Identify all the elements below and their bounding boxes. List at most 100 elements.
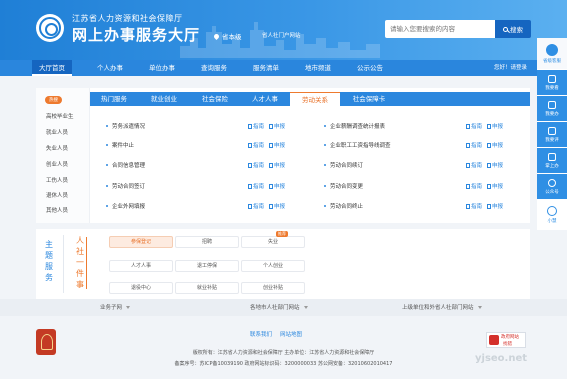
category-item[interactable]: 就业人员	[46, 128, 68, 136]
category-item[interactable]: 高校毕业生	[46, 112, 74, 120]
tab-insurance[interactable]: 社会保险	[190, 92, 240, 106]
apply-link[interactable]: 申报	[269, 202, 285, 210]
headset-icon	[547, 205, 557, 216]
theme-chip[interactable]: 失业	[241, 236, 305, 248]
service-item[interactable]: 劳务派遣情况	[106, 122, 145, 130]
bullet-icon	[106, 144, 108, 146]
gov-error-report-badge[interactable]: 政府网站 找错	[486, 332, 526, 348]
theme-chip[interactable]: 退役中心	[109, 282, 173, 294]
tab-social-card[interactable]: 社会保障卡	[340, 92, 398, 106]
guide-link[interactable]: 指南	[248, 122, 264, 130]
theme-chip[interactable]: 个人创业	[241, 260, 305, 272]
sidebar-item-do[interactable]: 我要办	[537, 96, 567, 122]
sidebar-item-rate[interactable]: 我要评	[537, 122, 567, 148]
apply-label: 申报	[492, 124, 504, 130]
category-item[interactable]: 创业人员	[46, 160, 68, 168]
sidebar-item-mobile[interactable]: 掌上办	[537, 148, 567, 174]
theme-chip[interactable]: 参保登记	[109, 236, 173, 248]
category-item[interactable]: 工伤人员	[46, 176, 68, 184]
apply-label: 申报	[492, 163, 504, 169]
guide-link[interactable]: 指南	[466, 122, 482, 130]
service-icon	[546, 43, 558, 56]
sidebar-item-label: 省级客服	[543, 58, 561, 64]
service-item[interactable]: 劳动合同签订	[106, 182, 145, 190]
tab-employment[interactable]: 就业创业	[138, 92, 190, 106]
related-links-bar: 业务子网 各地市人社部门网站 上级单位和外省人社部门网站	[0, 299, 567, 316]
link-dropdown-upper[interactable]: 上级单位和外省人社部门网站	[402, 303, 482, 311]
nav-item-query[interactable]: 查询服务	[188, 60, 240, 76]
sitemap-link[interactable]: 网站地图	[280, 330, 302, 338]
bullet-icon	[324, 125, 326, 127]
service-item[interactable]: 劳动合同终止	[324, 202, 363, 210]
guide-link[interactable]: 指南	[248, 161, 264, 169]
site-logo[interactable]	[36, 14, 64, 42]
apply-link[interactable]: 申报	[269, 182, 285, 190]
nav-item-unit[interactable]: 单位办事	[136, 60, 188, 76]
nav-item-service-list[interactable]: 服务清单	[240, 60, 292, 76]
contact-link[interactable]: 联系我们	[250, 330, 272, 338]
theme-chip[interactable]: 就业补贴	[175, 282, 239, 294]
login-link[interactable]: 您好！请登录	[494, 60, 527, 76]
guide-link[interactable]: 指南	[466, 161, 482, 169]
chevron-down-icon	[126, 305, 131, 309]
guide-link[interactable]: 指南	[466, 182, 482, 190]
apply-link[interactable]: 申报	[487, 202, 503, 210]
category-item[interactable]: 其他人员	[46, 206, 68, 214]
guide-label: 指南	[253, 143, 265, 149]
apply-link[interactable]: 申报	[487, 161, 503, 169]
apply-icon	[487, 123, 492, 129]
sidebar-item-view[interactable]: 我要看	[537, 70, 567, 96]
link-dropdown-cities[interactable]: 各地市人社部门网站	[250, 303, 308, 311]
apply-link[interactable]: 申报	[269, 122, 285, 130]
service-item[interactable]: 企业职工工资指导线调查	[324, 141, 391, 149]
apply-link[interactable]: 申报	[487, 182, 503, 190]
sidebar-item-label: 我要评	[545, 137, 559, 143]
theme-chip[interactable]: 招聘	[175, 236, 239, 248]
service-item[interactable]: 案件中止	[106, 141, 134, 149]
sidebar-item-wechat[interactable]: 公众号	[537, 174, 567, 200]
nav-item-home[interactable]: 大厅首页	[32, 60, 72, 76]
guide-link[interactable]: 指南	[248, 182, 264, 190]
theme-chip[interactable]: 人才人事	[109, 260, 173, 272]
guide-icon	[248, 123, 252, 129]
apply-label: 申报	[492, 184, 504, 190]
tab-hot[interactable]: 热门服务	[90, 92, 138, 106]
service-name: 劳动合同终止	[330, 204, 364, 210]
search-button[interactable]: 搜索	[495, 20, 531, 38]
tab-talent[interactable]: 人才人事	[240, 92, 290, 106]
service-name: 企业外网填报	[112, 204, 146, 210]
tab-labor-relations[interactable]: 劳动关系	[290, 92, 340, 106]
search-input[interactable]	[385, 20, 495, 38]
guide-label: 指南	[253, 163, 265, 169]
link-dropdown-subnet[interactable]: 业务子网	[100, 303, 131, 311]
guide-link[interactable]: 指南	[248, 141, 264, 149]
theme-chip[interactable]: 退工停保	[175, 260, 239, 272]
nav-item-city[interactable]: 地市频道	[292, 60, 344, 76]
apply-link[interactable]: 申报	[487, 141, 503, 149]
theme-chip[interactable]: 创业补贴	[241, 282, 305, 294]
service-actions: 指南 申报	[248, 202, 285, 210]
nav-item-notice[interactable]: 公示公告	[344, 60, 396, 76]
service-item[interactable]: 企业外网填报	[106, 202, 145, 210]
gov-badge-subtitle: 找错	[503, 342, 512, 347]
apply-link[interactable]: 申报	[269, 141, 285, 149]
apply-link[interactable]: 申报	[487, 122, 503, 130]
service-item[interactable]: 劳动合同变更	[324, 182, 363, 190]
sidebar-item-assistant[interactable]: 小慧	[537, 200, 567, 230]
service-item[interactable]: 劳动合同续订	[324, 161, 363, 169]
guide-link[interactable]: 指南	[466, 202, 482, 210]
portal-link[interactable]: 省人社门户网站	[262, 31, 301, 39]
category-item[interactable]: 失业人员	[46, 144, 68, 152]
sidebar-item-service[interactable]: 省级客服	[537, 38, 567, 70]
service-item[interactable]: 合同信息管理	[106, 161, 145, 169]
service-item[interactable]: 企业薪酬调查统计报表	[324, 122, 385, 130]
apply-link[interactable]: 申报	[269, 161, 285, 169]
guide-link[interactable]: 指南	[248, 202, 264, 210]
location-selector[interactable]: 省本级	[212, 31, 242, 41]
guide-label: 指南	[471, 184, 483, 190]
guide-label: 指南	[253, 204, 265, 210]
category-item[interactable]: 退休人员	[46, 191, 68, 199]
guide-link[interactable]: 指南	[466, 141, 482, 149]
divider	[63, 235, 64, 293]
nav-item-personal[interactable]: 个人办事	[84, 60, 136, 76]
